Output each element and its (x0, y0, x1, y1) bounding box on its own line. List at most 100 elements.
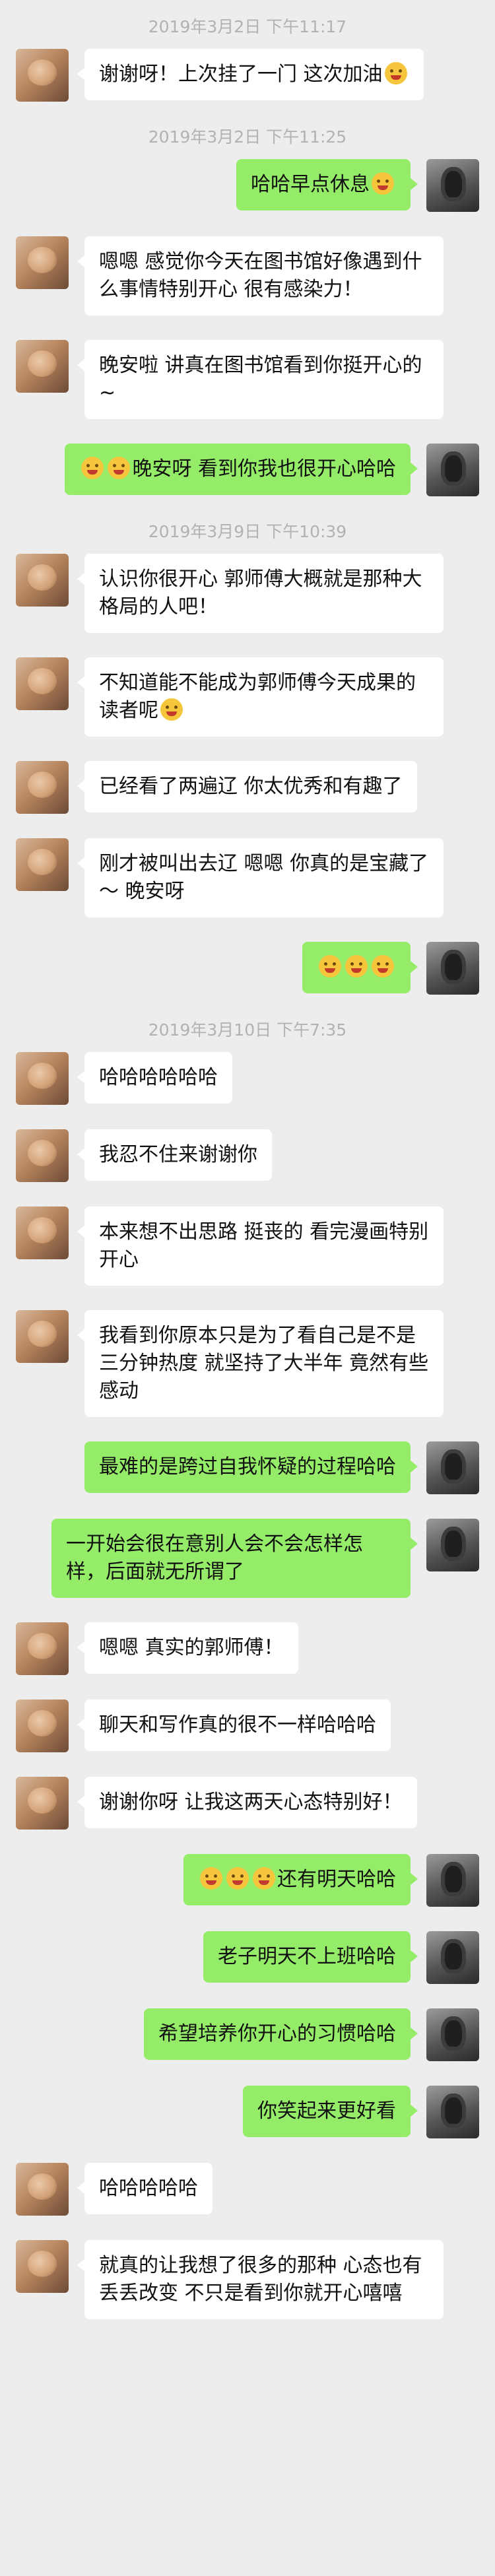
avatar[interactable] (426, 2008, 479, 2061)
avatar[interactable] (16, 657, 69, 710)
avatar[interactable] (426, 1854, 479, 1907)
avatar[interactable] (16, 1622, 69, 1675)
message-bubble[interactable]: 聊天和写作真的很不一样哈哈哈 (77, 1700, 391, 1751)
message-text: 已经看了两遍辽 你太优秀和有趣了 (99, 775, 403, 798)
avatar[interactable] (16, 838, 69, 891)
avatar[interactable] (426, 444, 479, 496)
message-text: 谢谢呀！上次挂了一门 这次加油 (99, 63, 383, 86)
message-bubble[interactable]: 还有明天哈哈 (183, 1854, 418, 1905)
incoming-message: 谢谢呀！上次挂了一门 这次加油 (0, 49, 495, 102)
avatar[interactable] (16, 1700, 69, 1752)
incoming-message: 嗯嗯 感觉你今天在图书馆好像遇到什么事情特别开心 很有感染力！ (0, 236, 495, 315)
avatar[interactable] (16, 1052, 69, 1105)
outgoing-message: 最难的是跨过自我怀疑的过程哈哈 (0, 1441, 495, 1494)
message-bubble[interactable]: 晚安呀 看到你我也很开心哈哈 (65, 444, 418, 495)
incoming-message: 我忍不住来谢谢你 (0, 1129, 495, 1182)
smile-emoji-icon (372, 172, 394, 195)
outgoing-message: 希望培养你开心的习惯哈哈 (0, 2008, 495, 2061)
avatar[interactable] (426, 1519, 479, 1571)
message-bubble[interactable]: 哈哈哈哈哈 (77, 2163, 213, 2214)
smile-emoji-icon (253, 1867, 275, 1890)
smile-emoji-icon (319, 955, 341, 977)
avatar[interactable] (16, 49, 69, 102)
avatar[interactable] (16, 761, 69, 814)
avatar[interactable] (426, 1441, 479, 1494)
message-text: 哈哈哈哈哈 (99, 2177, 198, 2200)
message-bubble[interactable] (302, 942, 418, 993)
message-text: 就真的让我想了很多的那种 心态也有丢丢改变 不只是看到你就开心嘻嘻 (99, 2254, 422, 2305)
avatar[interactable] (16, 554, 69, 607)
chat-thread: 2019年3月2日 下午11:17 谢谢呀！上次挂了一门 这次加油 2019年3月2… (0, 0, 495, 2319)
message-bubble[interactable]: 本来想不出思路 挺丧的 看完漫画特别开心 (77, 1206, 444, 1286)
message-bubble[interactable]: 希望培养你开心的习惯哈哈 (144, 2008, 418, 2060)
message-text: 聊天和写作真的很不一样哈哈哈 (99, 1713, 376, 1736)
incoming-message: 哈哈哈哈哈哈 (0, 1052, 495, 1105)
message-bubble[interactable]: 嗯嗯 真实的郭师傅！ (77, 1622, 298, 1674)
message-bubble[interactable]: 已经看了两遍辽 你太优秀和有趣了 (77, 761, 417, 812)
outgoing-message: 还有明天哈哈 (0, 1854, 495, 1907)
message-text: 本来想不出思路 挺丧的 看完漫画特别开心 (99, 1220, 429, 1271)
message-bubble[interactable]: 我看到你原本只是为了看自己是不是三分钟热度 就坚持了大半年 竟然有些感动 (77, 1310, 444, 1417)
smile-emoji-icon (345, 955, 368, 977)
avatar[interactable] (16, 1129, 69, 1182)
incoming-message: 本来想不出思路 挺丧的 看完漫画特别开心 (0, 1206, 495, 1286)
smile-emoji-icon (226, 1867, 249, 1890)
message-bubble[interactable]: 老子明天不上班哈哈 (203, 1931, 418, 1983)
message-text: 嗯嗯 感觉你今天在图书馆好像遇到什么事情特别开心 很有感染力！ (99, 250, 422, 301)
message-text: 晚安啦 讲真在图书馆看到你挺开心的~ (99, 354, 422, 405)
message-bubble[interactable]: 你笑起来更好看 (243, 2086, 418, 2137)
message-bubble[interactable]: 嗯嗯 感觉你今天在图书馆好像遇到什么事情特别开心 很有感染力！ (77, 236, 444, 315)
avatar[interactable] (16, 340, 69, 393)
incoming-message: 就真的让我想了很多的那种 心态也有丢丢改变 不只是看到你就开心嘻嘻 (0, 2240, 495, 2319)
avatar[interactable] (16, 2240, 69, 2293)
avatar[interactable] (16, 236, 69, 289)
message-bubble[interactable]: 哈哈哈哈哈哈 (77, 1052, 232, 1104)
outgoing-message: 哈哈早点休息 (0, 159, 495, 212)
message-bubble[interactable]: 谢谢你呀 让我这两天心态特别好！ (77, 1777, 417, 1828)
outgoing-message: 晚安呀 看到你我也很开心哈哈 (0, 444, 495, 496)
avatar[interactable] (426, 159, 479, 212)
smile-emoji-icon (372, 955, 394, 977)
message-bubble[interactable]: 就真的让我想了很多的那种 心态也有丢丢改变 不只是看到你就开心嘻嘻 (77, 2240, 444, 2319)
message-bubble[interactable]: 我忍不住来谢谢你 (77, 1129, 272, 1181)
smile-emoji-icon (160, 698, 183, 721)
avatar[interactable] (426, 2086, 479, 2138)
incoming-message: 谢谢你呀 让我这两天心态特别好！ (0, 1777, 495, 1830)
outgoing-message (0, 942, 495, 995)
incoming-message: 聊天和写作真的很不一样哈哈哈 (0, 1700, 495, 1752)
smile-emoji-icon (81, 457, 104, 479)
message-text: 晚安呀 看到你我也很开心哈哈 (132, 457, 396, 480)
outgoing-message: 一开始会很在意别人会不会怎样怎样，后面就无所谓了 (0, 1519, 495, 1598)
avatar[interactable] (426, 1931, 479, 1984)
avatar[interactable] (16, 1310, 69, 1363)
message-bubble[interactable]: 晚安啦 讲真在图书馆看到你挺开心的~ (77, 340, 444, 419)
message-bubble[interactable]: 不知道能不能成为郭师傅今天成果的读者呢 (77, 657, 444, 737)
message-text: 我看到你原本只是为了看自己是不是三分钟热度 就坚持了大半年 竟然有些感动 (99, 1324, 429, 1403)
message-bubble[interactable]: 认识你很开心 郭师傅大概就是那种大格局的人吧！ (77, 554, 444, 633)
avatar[interactable] (16, 1206, 69, 1259)
incoming-message: 晚安啦 讲真在图书馆看到你挺开心的~ (0, 340, 495, 419)
timestamp: 2019年3月10日 下午7:35 (148, 1020, 347, 1040)
smile-emoji-icon (200, 1867, 222, 1890)
message-bubble[interactable]: 最难的是跨过自我怀疑的过程哈哈 (84, 1441, 418, 1493)
timestamp: 2019年3月9日 下午10:39 (148, 522, 347, 541)
avatar[interactable] (16, 1777, 69, 1830)
message-text: 嗯嗯 真实的郭师傅！ (99, 1636, 284, 1659)
outgoing-message: 你笑起来更好看 (0, 2086, 495, 2138)
incoming-message: 我看到你原本只是为了看自己是不是三分钟热度 就坚持了大半年 竟然有些感动 (0, 1310, 495, 1417)
incoming-message: 哈哈哈哈哈 (0, 2163, 495, 2216)
message-bubble[interactable]: 哈哈早点休息 (236, 159, 418, 211)
smile-emoji-icon (384, 62, 407, 84)
message-text: 我忍不住来谢谢你 (99, 1143, 257, 1166)
message-text: 一开始会很在意别人会不会怎样怎样，后面就无所谓了 (66, 1533, 363, 1583)
incoming-message: 认识你很开心 郭师傅大概就是那种大格局的人吧！ (0, 554, 495, 633)
avatar[interactable] (16, 2163, 69, 2216)
timestamp: 2019年3月2日 下午11:25 (148, 127, 347, 147)
message-text: 认识你很开心 郭师傅大概就是那种大格局的人吧！ (99, 568, 422, 618)
message-bubble[interactable]: 刚才被叫出去辽 嗯嗯 你真的是宝藏了～ 晚安呀 (77, 838, 444, 917)
message-bubble[interactable]: 一开始会很在意别人会不会怎样怎样，后面就无所谓了 (51, 1519, 418, 1598)
incoming-message: 已经看了两遍辽 你太优秀和有趣了 (0, 761, 495, 814)
message-text: 谢谢你呀 让我这两天心态特别好！ (99, 1791, 403, 1814)
avatar[interactable] (426, 942, 479, 995)
message-bubble[interactable]: 谢谢呀！上次挂了一门 这次加油 (77, 49, 424, 100)
